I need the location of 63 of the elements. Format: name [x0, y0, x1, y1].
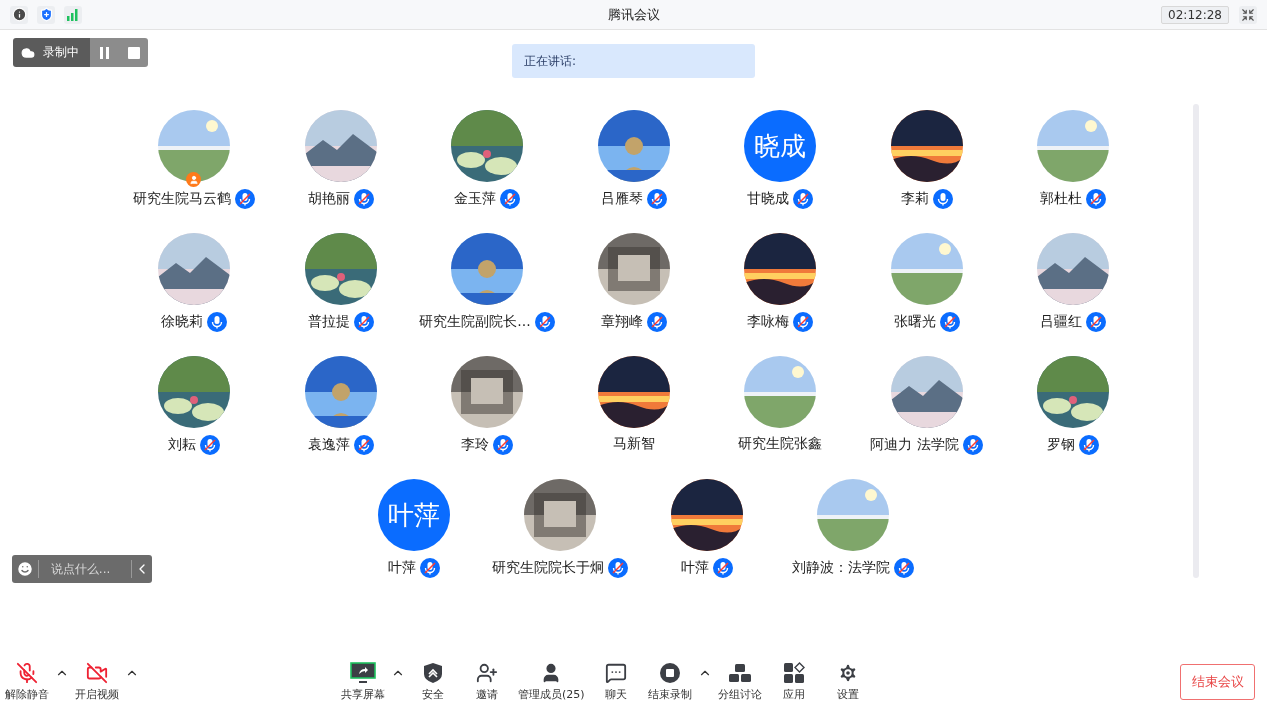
toolbar-button[interactable]: 开启视频 — [70, 662, 124, 702]
participant-name: 研究生院院长于炯 — [492, 559, 605, 577]
toolbar-button[interactable]: 设置 — [820, 662, 875, 702]
participant-name: 章翔峰 — [600, 313, 643, 331]
chat-field[interactable]: 说点什么... — [12, 555, 152, 583]
toolbar-button[interactable]: 结束录制 — [642, 662, 697, 702]
stop-button[interactable] — [119, 38, 148, 67]
window-title: 腾讯会议 — [607, 5, 660, 24]
toolbar-button[interactable]: 聊天 — [588, 662, 643, 702]
participant-name: 张曙光 — [893, 313, 936, 331]
participant-name: 叶萍 — [387, 559, 416, 577]
shield-icon — [423, 662, 443, 684]
participant-name: 袁逸萍 — [307, 436, 350, 454]
toolbar-button[interactable]: 解除静音 — [0, 662, 54, 702]
muted-mic-icon — [16, 662, 38, 684]
participant-name: 研究生院副院长... — [419, 313, 531, 331]
participant-name: 研究生院张鑫 — [738, 435, 822, 453]
participant-name: 李玲 — [461, 436, 489, 454]
toolbar-button[interactable]: 管理成员(25) — [514, 662, 589, 702]
recording-label: 录制中 — [43, 44, 79, 61]
apps-icon — [782, 662, 805, 684]
initials-avatar: 晓成 — [744, 110, 816, 182]
participant-name: 刘耘 — [168, 436, 196, 454]
chat-input[interactable]: 说点什么... — [38, 562, 131, 576]
toolbar-button[interactable]: 邀请 — [460, 662, 514, 702]
participant-name: 甘晓成 — [747, 190, 789, 208]
participant-name: 叶萍 — [680, 559, 709, 577]
share-screen-icon — [350, 662, 376, 684]
participant-name: 胡艳丽 — [307, 190, 350, 208]
participant-name: 郭杜杜 — [1040, 190, 1082, 208]
participant-name: 吕疆红 — [1040, 313, 1082, 331]
chat-icon — [604, 662, 627, 684]
participant-name: 普拉提 — [307, 313, 350, 331]
toolbar-button[interactable]: 分组讨论 — [712, 662, 767, 702]
shield-icon[interactable] — [37, 5, 55, 24]
pause-icon — [99, 46, 110, 59]
participant-name: 研究生院马云鹤 — [133, 190, 231, 208]
initials-avatar: 叶萍 — [377, 479, 450, 551]
info-icon[interactable] — [10, 5, 28, 24]
emoji-icon[interactable] — [15, 560, 34, 578]
toolbar-button[interactable]: 应用 — [766, 662, 821, 702]
participant-name: 阿迪力 法学院 — [870, 436, 959, 454]
add-user-icon — [476, 662, 498, 684]
end-meeting-button[interactable]: 结束会议 — [1180, 664, 1255, 700]
meeting-timer: 02:12:28 — [1161, 5, 1229, 24]
cloud-icon — [21, 45, 35, 60]
exit-fullscreen-icon[interactable] — [1239, 5, 1257, 24]
participant-name: 吕雁琴 — [600, 190, 643, 208]
speaking-banner: 正在讲话: — [512, 44, 755, 78]
participant-name: 李莉 — [900, 190, 929, 208]
pause-button[interactable] — [90, 38, 119, 67]
participant-name: 马新智 — [612, 435, 655, 453]
video-off-icon — [86, 662, 108, 684]
toolbar-button[interactable]: 安全 — [406, 662, 460, 702]
participant-name: 徐晓莉 — [161, 313, 203, 331]
stop-icon — [127, 46, 140, 59]
participant-name: 刘静波：法学院 — [792, 559, 891, 577]
participant-name: 罗钢 — [1047, 436, 1075, 454]
blocks-icon — [727, 662, 752, 684]
toolbar-button[interactable]: 共享屏幕 — [336, 662, 390, 702]
participant-name: 金玉萍 — [454, 190, 496, 208]
participant-name: 李咏梅 — [747, 313, 789, 331]
stop-record-icon — [658, 662, 681, 684]
